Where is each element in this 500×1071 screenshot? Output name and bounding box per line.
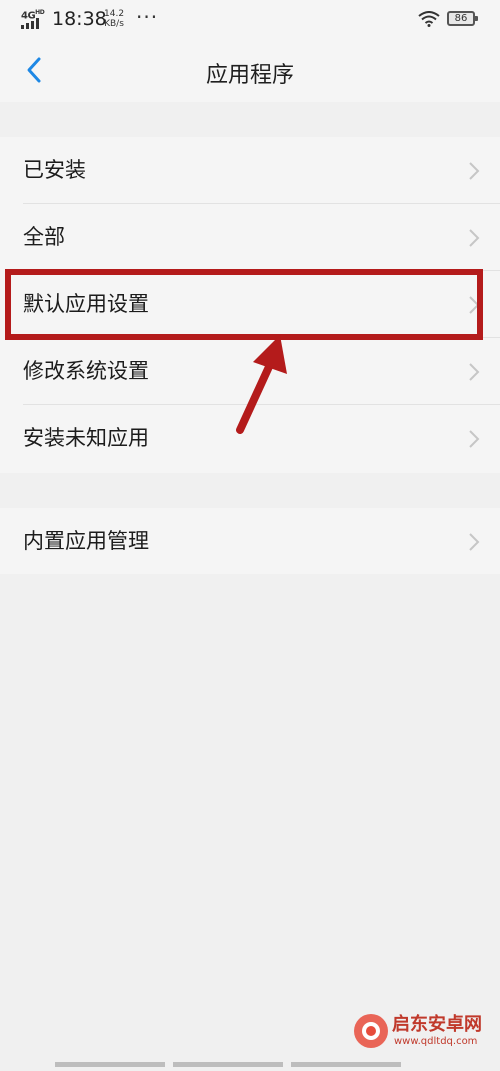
signal-icon: [21, 18, 39, 29]
settings-group-main: 已安装 全部 默认应用设置 修改系统设置 安装未知应用: [0, 137, 500, 473]
list-item-installed[interactable]: 已安装: [0, 137, 500, 204]
speed-value: 14.2: [104, 9, 125, 19]
chevron-right-icon: [469, 296, 480, 314]
clock: 18:38: [52, 8, 107, 30]
list-item-label: 默认应用设置: [23, 292, 149, 316]
list-item-label: 安装未知应用: [23, 426, 149, 450]
gesture-bar: [55, 1052, 445, 1067]
network-speed: 14.2 KB/s: [104, 9, 124, 29]
chevron-right-icon: [469, 363, 480, 381]
list-item-label: 已安装: [23, 158, 86, 182]
chevron-right-icon: [469, 162, 480, 180]
list-item-label: 内置应用管理: [23, 529, 149, 553]
page-title: 应用程序: [205, 63, 294, 88]
chevron-right-icon: [469, 430, 480, 448]
list-item-all[interactable]: 全部: [0, 204, 500, 271]
watermark: 启东安卓网 www.qdltdq.com: [352, 1010, 492, 1054]
battery-indicator: 86: [447, 11, 478, 26]
watermark-title: 启东安卓网: [392, 1014, 482, 1035]
chevron-right-icon: [469, 229, 480, 247]
chevron-right-icon: [469, 533, 480, 551]
status-bar: 4GHD 18:38 14.2 KB/s ··· 86: [0, 0, 500, 38]
title-bar: 应用程序: [0, 38, 500, 102]
settings-group-builtin: 内置应用管理: [0, 508, 500, 574]
speed-unit: KB/s: [104, 19, 124, 29]
wifi-icon: [418, 11, 440, 27]
more-notifications-icon: ···: [136, 5, 159, 29]
list-item-label: 全部: [23, 225, 65, 249]
list-item-default-apps[interactable]: 默认应用设置: [0, 271, 500, 338]
watermark-logo-icon: [354, 1014, 388, 1048]
list-item-modify-system-settings[interactable]: 修改系统设置: [0, 338, 500, 405]
watermark-url: www.qdltdq.com: [394, 1036, 478, 1047]
list-item-install-unknown-apps[interactable]: 安装未知应用: [0, 405, 500, 472]
list-item-builtin-app-management[interactable]: 内置应用管理: [0, 508, 500, 575]
list-item-label: 修改系统设置: [23, 359, 149, 383]
